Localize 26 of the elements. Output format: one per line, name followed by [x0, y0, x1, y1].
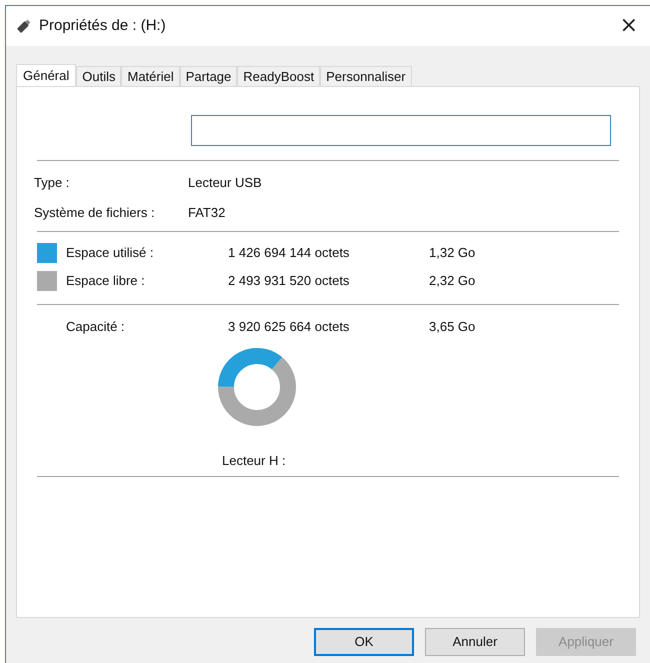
byte-count: 2 493 931 520 octets — [228, 272, 350, 290]
size-value: 1,32 Go — [429, 244, 476, 262]
usb-drive-icon — [16, 18, 32, 34]
window-title: Propriétés de : (H:) — [39, 16, 166, 36]
close-button[interactable]: × — [616, 15, 642, 37]
dialog-button[interactable]: Annuler — [425, 628, 525, 656]
field-value: Lecteur USB — [188, 174, 262, 192]
drive-label: Lecteur H : — [222, 452, 286, 470]
dialog-button[interactable]: OK — [314, 628, 414, 656]
field-label: Type : — [34, 174, 70, 192]
tab[interactable]: Outils — [76, 66, 122, 86]
tab[interactable]: Personnaliser — [320, 66, 412, 86]
field-label: Système de fichiers : — [34, 204, 156, 222]
size-value: 3,65 Go — [429, 318, 476, 336]
field-value: FAT32 — [188, 204, 226, 222]
byte-count: 3 920 625 664 octets — [228, 318, 350, 336]
capacity-label: Capacité : — [66, 318, 126, 336]
tab[interactable]: Partage — [180, 66, 238, 86]
byte-count: 1 426 694 144 octets — [228, 244, 350, 262]
size-value: 2,32 Go — [429, 272, 476, 290]
space-label: Espace libre : — [66, 272, 146, 290]
tab[interactable]: Matériel — [121, 66, 180, 86]
tab[interactable]: Général — [16, 64, 76, 87]
space-label: Espace utilisé : — [66, 244, 154, 262]
name-field[interactable] — [191, 115, 611, 146]
tab[interactable]: ReadyBoost — [237, 66, 320, 86]
